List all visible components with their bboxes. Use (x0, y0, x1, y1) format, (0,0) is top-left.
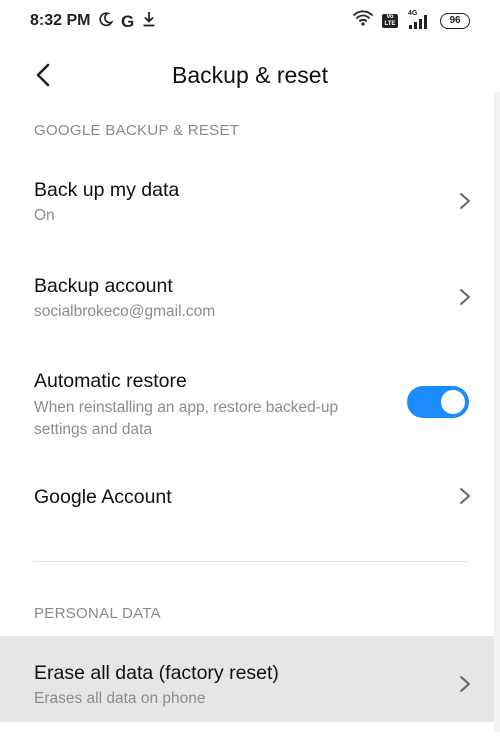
signal-icon: 4G (406, 10, 432, 30)
status-time: 8:32 PM (30, 12, 91, 29)
automatic-restore-toggle[interactable] (407, 386, 469, 418)
row-subtitle: Erases all data on phone (34, 690, 206, 707)
row-title: Automatic restore (34, 370, 187, 392)
row-subtitle: On (34, 207, 55, 224)
chevron-right-icon (460, 676, 470, 692)
download-icon (142, 11, 156, 32)
volte-icon: Vo LTE (382, 13, 398, 28)
row-title: Erase all data (factory reset) (34, 662, 279, 684)
back-button[interactable] (28, 60, 58, 90)
scrollbar[interactable] (494, 92, 500, 732)
row-subtitle: When reinstalling an app, restore backed… (34, 399, 339, 438)
section-header-personal: PERSONAL DATA (34, 605, 161, 622)
wifi-icon (352, 10, 374, 31)
status-right-icons: Vo LTE 4G 96 (352, 10, 470, 31)
chevron-right-icon (460, 193, 470, 209)
section-divider (34, 561, 468, 562)
row-title: Back up my data (34, 179, 180, 201)
chevron-right-icon (460, 488, 470, 504)
chevron-right-icon (460, 289, 470, 305)
google-g-icon: G (121, 12, 135, 31)
row-backup-account[interactable]: Backup account socialbrokeco@gmail.com (0, 261, 500, 341)
row-google-account[interactable]: Google Account (0, 470, 500, 526)
row-back-up-my-data[interactable]: Back up my data On (0, 165, 500, 245)
status-bar: 8:32 PM G Vo LTE 4G 96 (0, 0, 500, 44)
toggle-knob (441, 390, 465, 414)
row-automatic-restore[interactable]: Automatic restore When reinstalling an a… (0, 356, 500, 456)
row-erase-all-data[interactable]: Erase all data (factory reset) Erases al… (0, 636, 500, 722)
app-header: Backup & reset (0, 52, 500, 102)
row-title: Backup account (34, 275, 173, 297)
row-title: Google Account (34, 486, 172, 508)
battery-icon: 96 (440, 12, 470, 29)
page-title: Backup & reset (172, 62, 328, 88)
row-subtitle: socialbrokeco@gmail.com (34, 303, 216, 320)
back-arrow-icon (36, 63, 50, 87)
status-left-icons: G (98, 11, 156, 32)
moon-icon (98, 11, 114, 32)
section-header-google: GOOGLE BACKUP & RESET (34, 122, 240, 139)
